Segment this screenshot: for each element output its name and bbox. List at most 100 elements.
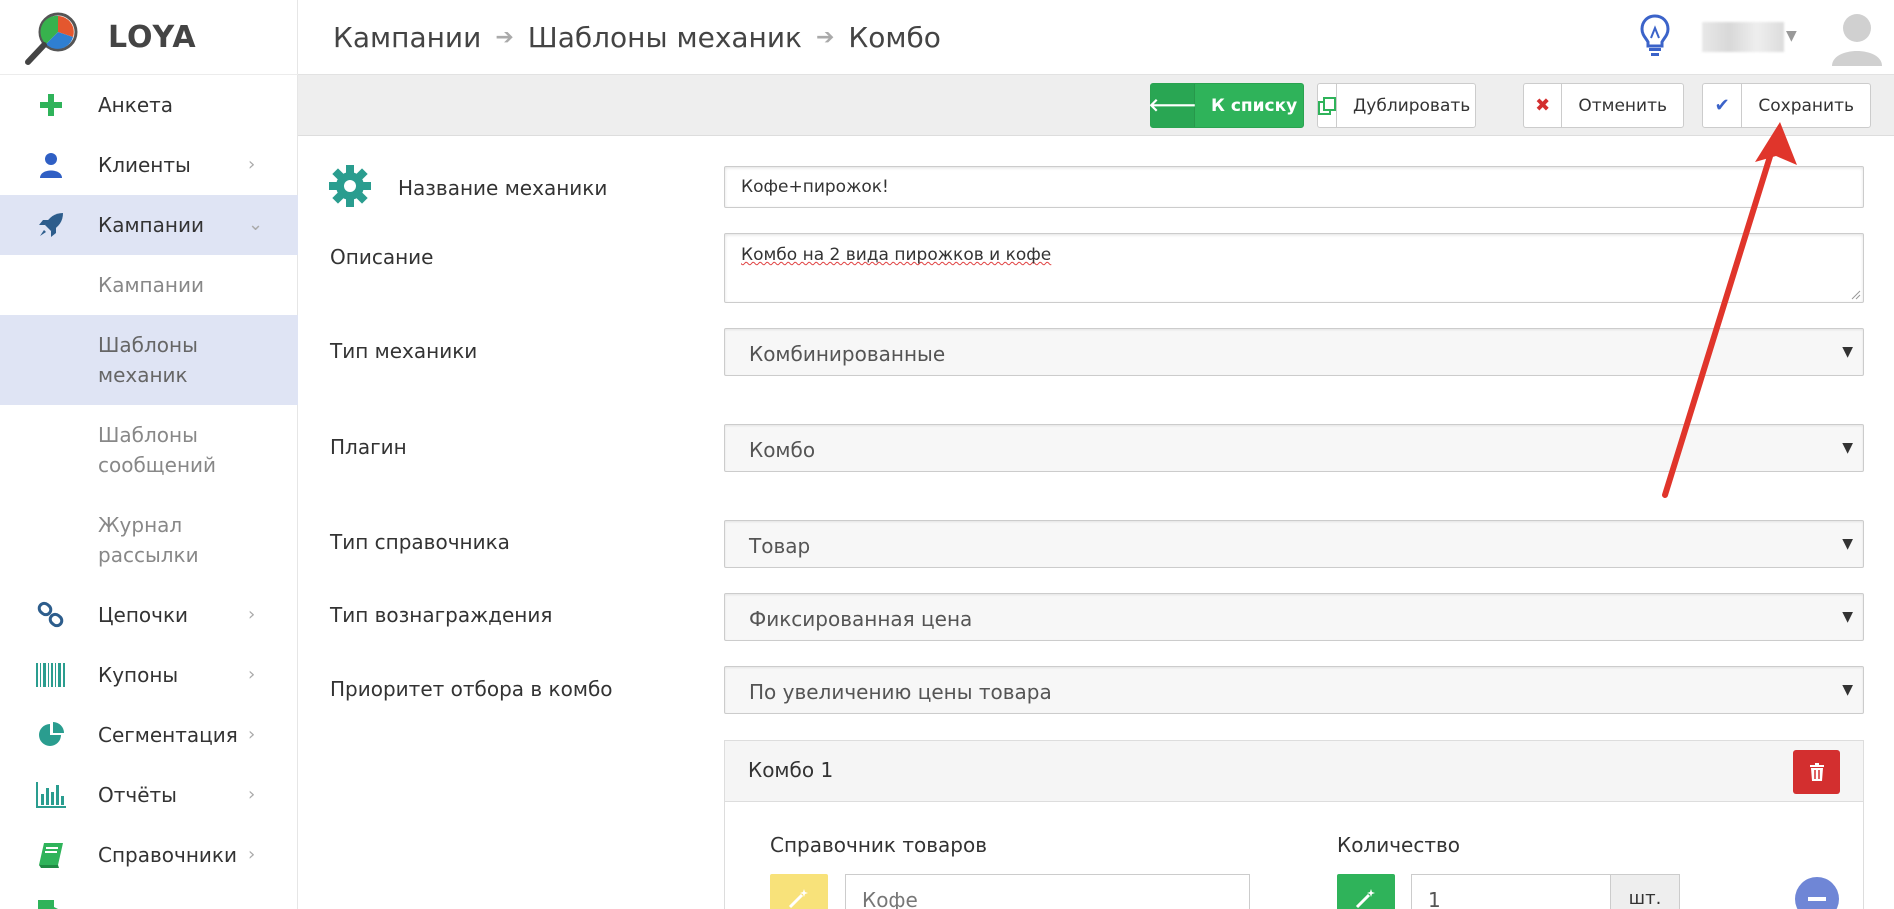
- brand-name: LOYA: [108, 19, 197, 55]
- reward-type-label: Тип вознаграждения: [330, 603, 553, 627]
- priority-value: По увеличению цены товара: [749, 680, 1052, 704]
- sidebar-item-campaigns[interactable]: Кампании ⌄: [0, 195, 298, 255]
- sidebar-item-label: Анкета: [98, 93, 174, 117]
- sidebar-item-survey[interactable]: Анкета: [0, 75, 298, 135]
- sidebar-item-directories[interactable]: Справочники ›: [0, 825, 298, 885]
- magic-wand-icon: [1355, 889, 1375, 909]
- name-label: Название механики: [398, 176, 608, 200]
- duplicate-label: Дублировать: [1353, 95, 1471, 116]
- trash-icon: [1809, 763, 1824, 781]
- magic-wand-button[interactable]: [1337, 874, 1395, 909]
- sidebar-item-chains[interactable]: Цепочки ›: [0, 585, 298, 645]
- quantity-input[interactable]: 1: [1411, 874, 1611, 909]
- name-input[interactable]: Кофе+пирожок!: [724, 166, 1864, 208]
- product-input[interactable]: Кофе: [845, 874, 1250, 909]
- caret-down-icon: ▼: [1842, 536, 1853, 552]
- lightbulb-icon[interactable]: [1640, 14, 1670, 58]
- sidebar-subitem-campaigns[interactable]: Кампании: [0, 255, 298, 315]
- resize-handle-icon[interactable]: [1851, 290, 1861, 300]
- pie-icon: [36, 720, 66, 750]
- sidebar: LOYA Анкета Клиенты › Кампании ⌄ Кампани…: [0, 0, 298, 909]
- back-to-list-label: К списку: [1211, 95, 1298, 116]
- priority-label: Приоритет отбора в комбо: [330, 677, 613, 701]
- chevron-right-icon: ›: [248, 844, 256, 865]
- caret-down-icon[interactable]: ▼: [1786, 28, 1797, 44]
- description-label: Описание: [330, 245, 434, 269]
- sidebar-item-label: Цепочки: [98, 603, 189, 627]
- breadcrumb-item[interactable]: Шаблоны механик: [528, 21, 802, 54]
- caret-down-icon: ▼: [1842, 609, 1853, 625]
- sidebar-item-label: Отчёты: [98, 783, 177, 807]
- remove-row-button[interactable]: [1795, 877, 1839, 909]
- chevron-right-icon: ›: [248, 154, 256, 175]
- back-to-list-button[interactable]: 🡐 К списку: [1148, 83, 1304, 128]
- quantity-unit: шт.: [1610, 874, 1680, 909]
- logo-magnifier-icon: [25, 12, 78, 65]
- save-label: Сохранить: [1758, 95, 1854, 116]
- name-input-value: Кофе+пирожок!: [741, 177, 889, 197]
- sidebar-item-label: Кампании: [98, 213, 204, 237]
- magic-wand-icon: [788, 889, 808, 909]
- reward-type-select[interactable]: Фиксированная цена ▼: [724, 593, 1864, 641]
- sidebar-subitem-label: Шаблоны механик: [98, 333, 198, 387]
- sidebar-item-label: Сегментация: [98, 723, 238, 747]
- product-input-value: Кофе: [862, 888, 918, 909]
- directory-type-select[interactable]: Товар ▼: [724, 520, 1864, 568]
- sidebar-item-partial[interactable]: [0, 885, 298, 909]
- mechanic-type-value: Комбинированные: [749, 342, 946, 366]
- user-name-blurred[interactable]: [1702, 22, 1784, 52]
- save-button[interactable]: ✔ Сохранить: [1702, 83, 1871, 128]
- combo-title: Комбо 1: [748, 758, 834, 782]
- plugin-value: Комбо: [749, 438, 816, 462]
- sidebar-item-label: Клиенты: [98, 153, 191, 177]
- sidebar-subitem-label: Шаблоны сообщений: [98, 423, 217, 477]
- cancel-label: Отменить: [1578, 95, 1667, 116]
- sidebar-item-coupons[interactable]: Купоны ›: [0, 645, 298, 705]
- chevron-down-icon: ⌄: [248, 214, 264, 235]
- gear-icon: [329, 165, 371, 207]
- close-icon: ✖: [1524, 84, 1563, 127]
- mechanic-type-select[interactable]: Комбинированные ▼: [724, 328, 1864, 376]
- directory-type-label: Тип справочника: [330, 530, 510, 554]
- description-value: Комбо на 2 вида пирожков и кофе: [741, 245, 1052, 265]
- priority-select[interactable]: По увеличению цены товара ▼: [724, 666, 1864, 714]
- sidebar-item-reports[interactable]: Отчёты ›: [0, 765, 298, 825]
- combo-panel-header: Комбо 1: [725, 741, 1863, 802]
- products-directory-label: Справочник товаров: [770, 833, 987, 857]
- mechanic-type-label: Тип механики: [330, 339, 478, 363]
- plugin-select[interactable]: Комбо ▼: [724, 424, 1864, 472]
- caret-down-icon: ▼: [1842, 344, 1853, 360]
- book-icon: [36, 840, 66, 870]
- arrow-right-icon: ➔: [815, 25, 835, 50]
- export-icon: [36, 896, 66, 909]
- breadcrumb-item[interactable]: Кампании: [333, 21, 481, 54]
- chevron-right-icon: ›: [248, 724, 256, 745]
- sidebar-subitem-mailing-log[interactable]: Журнал рассылки: [0, 495, 298, 585]
- chevron-right-icon: ›: [248, 604, 256, 625]
- description-textarea[interactable]: Комбо на 2 вида пирожков и кофе: [724, 233, 1864, 303]
- quantity-label: Количество: [1337, 833, 1461, 857]
- plugin-label: Плагин: [330, 435, 407, 459]
- sidebar-item-segmentation[interactable]: Сегментация ›: [0, 705, 298, 765]
- sidebar-subitem-label: Журнал рассылки: [98, 513, 199, 567]
- caret-down-icon: ▼: [1842, 440, 1853, 456]
- rocket-icon: [36, 210, 66, 240]
- sidebar-subitem-mechanic-templates[interactable]: Шаблоны механик: [0, 315, 298, 405]
- user-icon: [36, 150, 66, 180]
- logo[interactable]: LOYA: [0, 0, 298, 75]
- duplicate-button[interactable]: Дублировать: [1317, 83, 1476, 128]
- sidebar-subitem-message-templates[interactable]: Шаблоны сообщений: [0, 405, 298, 495]
- combo-panel: Комбо 1 Справочник товаров Количество Ко…: [724, 740, 1864, 909]
- mechanic-form: Название механики Кофе+пирожок! Описание…: [298, 136, 1894, 909]
- app-window: LOYA Анкета Клиенты › Кампании ⌄ Кампани…: [0, 0, 1894, 909]
- bar-chart-icon: [36, 780, 66, 810]
- delete-combo-button[interactable]: [1793, 750, 1840, 794]
- chain-icon: [36, 600, 66, 630]
- avatar[interactable]: [1830, 10, 1884, 66]
- cancel-button[interactable]: ✖ Отменить: [1523, 83, 1684, 128]
- sidebar-nav: Анкета Клиенты › Кампании ⌄ Кампании Шаб…: [0, 75, 298, 909]
- sidebar-item-clients[interactable]: Клиенты ›: [0, 135, 298, 195]
- arrow-right-icon: ➔: [495, 25, 514, 50]
- magic-wand-button[interactable]: [770, 874, 828, 909]
- caret-down-icon: ▼: [1842, 682, 1853, 698]
